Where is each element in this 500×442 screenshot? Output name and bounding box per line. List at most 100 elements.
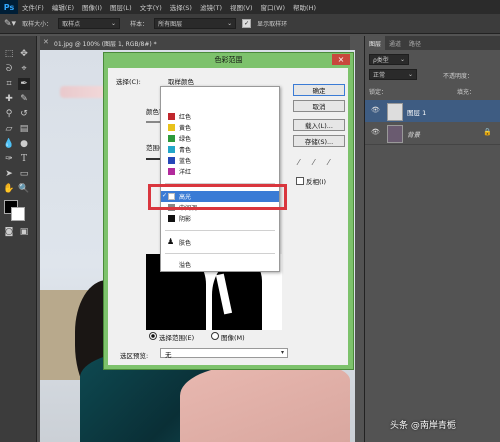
- history-brush-tool-icon[interactable]: ↺: [18, 108, 30, 120]
- dropdown-item-cyan[interactable]: 青色: [161, 144, 279, 155]
- menu-edit[interactable]: 编辑(E): [48, 2, 78, 12]
- eraser-tool-icon[interactable]: ▱: [3, 123, 15, 135]
- dropdown-item-label: 洋红: [179, 169, 192, 176]
- options-bar: ✎▾ 取样大小： 取样点 ⌄ 样本： 所有图层 ⌄ ✓ 显示取样环: [0, 14, 500, 34]
- dropdown-item-red[interactable]: 红色: [161, 111, 279, 122]
- eye-icon[interactable]: 👁: [371, 128, 380, 136]
- zoom-tool-icon[interactable]: 🔍: [18, 183, 30, 195]
- menu-layer[interactable]: 图层(L): [106, 2, 136, 12]
- eyedropper-plus-icon[interactable]: ⁄: [313, 158, 314, 167]
- cyan-swatch-icon: [168, 146, 175, 153]
- blend-mode-select[interactable]: 正常 ⌄: [369, 69, 417, 80]
- dropdown-item-green[interactable]: 绿色: [161, 133, 279, 144]
- screen-mode-icon[interactable]: ▣: [18, 226, 30, 238]
- gradient-tool-icon[interactable]: ▤: [18, 123, 30, 135]
- sample-size-select[interactable]: 取样点 ⌄: [58, 18, 121, 29]
- path-select-tool-icon[interactable]: ➤: [3, 168, 15, 180]
- eyedropper-tool-icon[interactable]: ✎▾: [4, 19, 16, 29]
- brush-tool-icon[interactable]: ✎: [18, 93, 30, 105]
- tab-paths[interactable]: 路径: [405, 36, 425, 50]
- preview-value: 无: [165, 351, 172, 359]
- opacity-label: 不透明度：: [443, 73, 474, 80]
- stamp-tool-icon[interactable]: ⚲: [3, 108, 15, 120]
- dropdown-item-yellow[interactable]: 黄色: [161, 122, 279, 133]
- tools-panel: ⬚ ✥ ᘐ ⌖ ⌗ ✒ ✚ ✎ ⚲ ↺ ▱ ▤ 💧 ● ✑ T ➤ ▭ ✋ 🔍 …: [0, 36, 37, 442]
- quick-mask-icon[interactable]: ◙: [3, 226, 15, 238]
- show-ring-checkbox[interactable]: ✓: [242, 19, 252, 28]
- dropdown-item-label: 红色: [179, 114, 192, 121]
- close-button[interactable]: ×: [332, 54, 350, 65]
- layer-name: 图层 1: [407, 109, 427, 117]
- menu-view[interactable]: 视图(V): [226, 2, 257, 12]
- chevron-down-icon: ⌄: [111, 20, 117, 27]
- menu-type[interactable]: 文字(Y): [136, 2, 166, 12]
- healing-tool-icon[interactable]: ✚: [3, 93, 15, 105]
- dropdown-item-shadows[interactable]: 阴影: [161, 213, 279, 224]
- tab-layers[interactable]: 图层: [365, 36, 386, 50]
- quick-select-tool-icon[interactable]: ⌖: [18, 63, 30, 75]
- layer-thumbnail: [387, 125, 403, 143]
- ok-button[interactable]: 确定: [293, 84, 345, 96]
- tab-channels[interactable]: 通道: [385, 36, 405, 50]
- eyedropper-icon[interactable]: ⁄: [298, 158, 299, 167]
- move-tool-icon[interactable]: ✥: [18, 48, 30, 60]
- menu-filter[interactable]: 滤镜(T): [196, 2, 226, 12]
- dodge-tool-icon[interactable]: ●: [18, 138, 30, 150]
- eyedropper-tool-icon[interactable]: ✒: [18, 78, 30, 90]
- dialog-title: 色彩范围: [214, 56, 243, 64]
- dropdown-item-magenta[interactable]: 洋红: [161, 166, 279, 177]
- layer-row-selected[interactable]: 👁 图层 1: [365, 100, 500, 122]
- select-dropdown-menu: 红色 黄色 绿色 青色 蓝色 洋红 ✓ 高光 中间调 阴影 ♟ 肤色 溢色: [160, 86, 280, 272]
- eye-icon[interactable]: 👁: [371, 106, 380, 114]
- chevron-down-icon: ⌄: [399, 56, 405, 63]
- invert-label: 反相(I): [306, 178, 326, 186]
- lock-icon: 🔒: [483, 128, 492, 136]
- shape-tool-icon[interactable]: ▭: [18, 168, 30, 180]
- type-tool-icon[interactable]: T: [18, 153, 30, 165]
- sample-size-value: 取样点: [62, 21, 81, 28]
- invert-checkbox[interactable]: [296, 177, 304, 185]
- blur-tool-icon[interactable]: 💧: [3, 138, 15, 150]
- menu-image[interactable]: 图像(I): [78, 2, 106, 12]
- dropdown-item-label: 溢色: [179, 262, 192, 269]
- person-icon: ♟: [167, 237, 175, 246]
- lasso-tool-icon[interactable]: ᘐ: [3, 63, 15, 75]
- layer-filter-select[interactable]: ρ类型 ⌄: [369, 54, 409, 65]
- cancel-button[interactable]: 取消: [293, 100, 345, 112]
- show-ring-label: 显示取样环: [257, 21, 288, 28]
- layers-panel: 图层 通道 路径 ρ类型 ⌄ 正常 ⌄ 不透明度： 锁定： 填充： 👁 图层 1…: [364, 36, 500, 442]
- dropdown-item-label: 青色: [179, 147, 192, 154]
- dropdown-item-blue[interactable]: 蓝色: [161, 155, 279, 166]
- yellow-swatch-icon: [168, 124, 175, 131]
- dropdown-item-label: 肤色: [179, 240, 192, 247]
- preview-select[interactable]: 无 ▾: [160, 348, 288, 359]
- lock-label: 锁定：: [369, 89, 388, 96]
- menu-file[interactable]: 文件(F): [18, 2, 48, 12]
- menu-help[interactable]: 帮助(H): [289, 2, 320, 12]
- dropdown-item-out-of-gamut[interactable]: 溢色: [161, 259, 279, 270]
- radio-image-off[interactable]: [211, 332, 219, 340]
- blend-mode-value: 正常: [373, 72, 386, 79]
- eyedropper-minus-icon[interactable]: ⁄: [328, 158, 329, 167]
- sample-size-label: 取样大小：: [22, 21, 53, 28]
- red-swatch-icon: [168, 113, 175, 120]
- close-tab-icon[interactable]: ✕: [43, 38, 49, 46]
- marquee-tool-icon[interactable]: ⬚: [3, 48, 15, 60]
- dropdown-item-label: 蓝色: [179, 158, 192, 165]
- crop-tool-icon[interactable]: ⌗: [3, 78, 15, 90]
- sample-select[interactable]: 所有图层 ⌄: [154, 18, 237, 29]
- chevron-down-icon: ⌄: [227, 20, 233, 27]
- pen-tool-icon[interactable]: ✑: [3, 153, 15, 165]
- load-button[interactable]: 载入(L)...: [293, 119, 345, 131]
- menu-select[interactable]: 选择(S): [166, 2, 196, 12]
- skin-image: [180, 365, 350, 442]
- dropdown-item-skin[interactable]: ♟ 肤色: [161, 237, 279, 248]
- menu-window[interactable]: 窗口(W): [257, 2, 290, 12]
- layer-row[interactable]: 👁 背景 🔒: [365, 122, 500, 145]
- save-button[interactable]: 存储(S)...: [293, 135, 345, 147]
- layer-filter-value: ρ类型: [373, 57, 389, 64]
- background-color-swatch[interactable]: [11, 207, 25, 221]
- hand-tool-icon[interactable]: ✋: [3, 183, 15, 195]
- document-tab[interactable]: ✕ 01.jpg @ 100% (图层 1, RGB/8#) *: [40, 36, 350, 51]
- radio-selection-on[interactable]: [149, 332, 157, 340]
